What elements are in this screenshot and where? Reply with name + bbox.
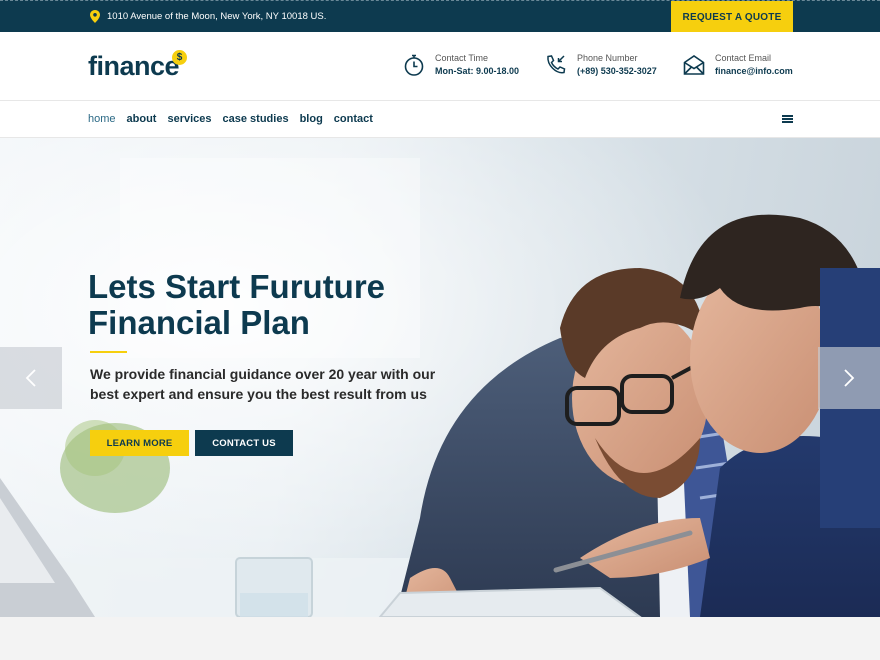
logo[interactable]: finance $ [88,48,187,84]
envelope-icon [681,50,707,80]
request-quote-button[interactable]: REQUEST A QUOTE [671,1,793,33]
contact-time-value: Mon-Sat: 9.00-18.00 [435,66,520,76]
hero-subtitle: We provide financial guidance over 20 ye… [90,366,436,402]
hero-slider: Lets Start Furuture Financial Plan We pr… [0,138,880,617]
header: finance $ Contact Time Mon-Sat: 9.00-18.… [0,32,880,100]
nav-item-services[interactable]: services [167,113,211,125]
email-value[interactable]: finance@info.com [715,65,793,78]
hero-title: Lets Start Furuture Financial Plan [88,268,386,341]
phone-info: Phone Number (+89) 530-352-3027 [543,50,657,80]
slider-prev-button[interactable] [0,347,62,409]
logo-coin-icon: $ [172,50,187,65]
phone-value[interactable]: (+89) 530-352-3027 [577,65,657,78]
contact-time-label: Contact Time [435,53,489,63]
nav-item-blog[interactable]: blog [300,113,323,125]
phone-icon [543,50,569,80]
email-info: Contact Email finance@info.com [681,50,793,80]
nav-item-home[interactable]: home [88,113,116,125]
main-nav: home about services case studies blog co… [0,100,880,138]
location-pin-icon [90,10,100,23]
logo-text: finance [88,51,180,81]
learn-more-button[interactable]: LEARN MORE [90,430,189,456]
slider-next-button[interactable] [818,347,880,409]
phone-label: Phone Number [577,53,638,63]
email-label: Contact Email [715,53,772,63]
address: 1010 Avenue of the Moon, New York, NY 10… [90,10,326,23]
nav-item-case-studies[interactable]: case studies [223,113,289,125]
section-below-hero [0,617,880,660]
hamburger-menu-icon[interactable] [782,115,793,123]
contact-us-button[interactable]: CONTACT US [195,430,293,456]
address-text: 1010 Avenue of the Moon, New York, NY 10… [107,11,327,22]
chevron-left-icon [25,369,36,387]
contact-time-info: Contact Time Mon-Sat: 9.00-18.00 [401,50,519,80]
nav-item-about[interactable]: about [127,113,157,125]
nav-item-contact[interactable]: contact [334,113,373,125]
top-bar: 1010 Avenue of the Moon, New York, NY 10… [0,0,880,33]
chevron-right-icon [844,369,855,387]
hero-title-underline [90,351,127,353]
clock-icon [401,50,427,80]
